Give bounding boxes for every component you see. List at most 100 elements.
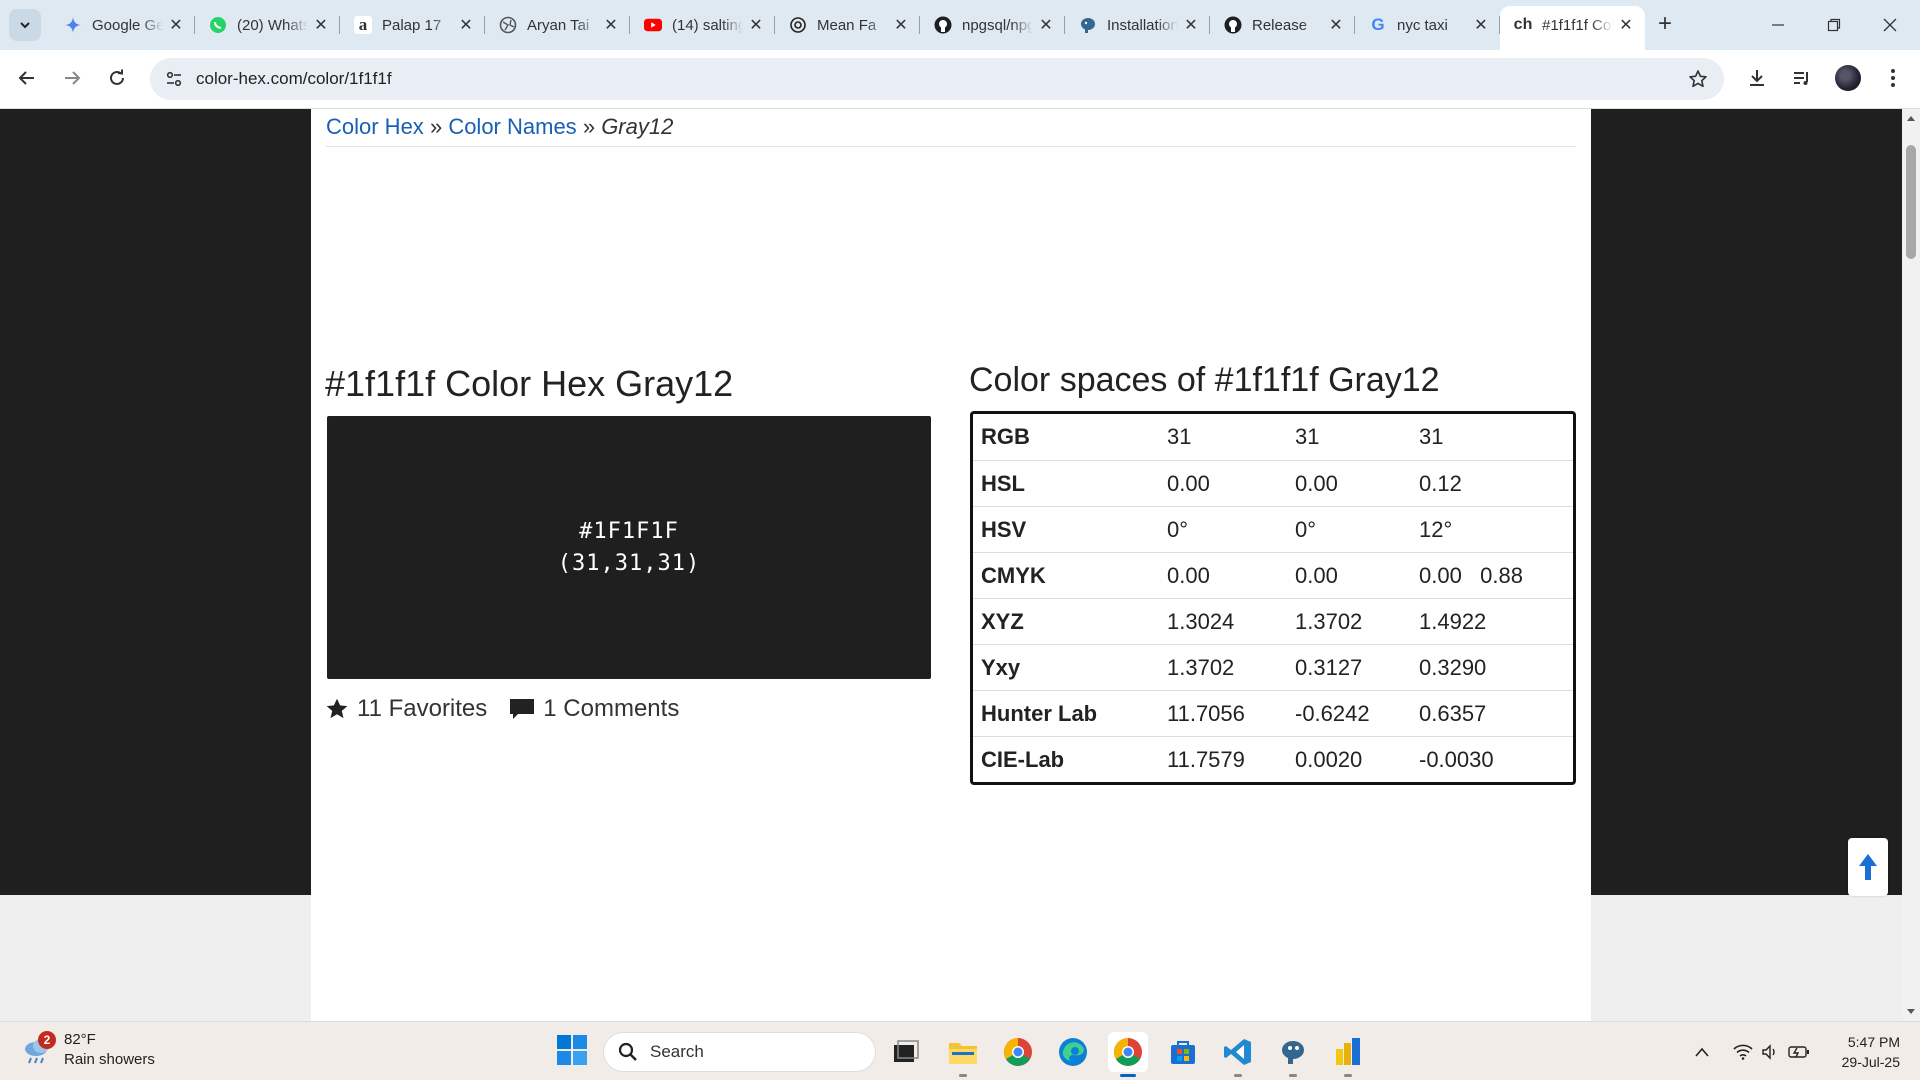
color-space-value: 1.4922 <box>1411 598 1573 644</box>
restore-button[interactable] <box>1806 0 1862 50</box>
divider <box>326 146 1576 147</box>
close-window-button[interactable] <box>1862 0 1918 50</box>
address-bar[interactable]: color-hex.com/color/1f1f1f <box>150 58 1724 100</box>
close-icon[interactable]: ✕ <box>1037 16 1055 34</box>
color-space-value: 0.3290 <box>1411 644 1573 690</box>
tab-color-hex[interactable]: ch #1f1f1f Color ✕ <box>1500 6 1645 50</box>
tab-installation[interactable]: Installation ✕ <box>1065 6 1210 44</box>
breadcrumb-color-names-link[interactable]: Color Names <box>448 114 576 139</box>
volume-icon[interactable] <box>1758 1022 1784 1080</box>
amazon-icon: a <box>354 15 372 34</box>
download-icon <box>1750 70 1764 86</box>
scroll-up-icon[interactable] <box>1902 109 1920 127</box>
color-space-value: 0° <box>1287 506 1411 552</box>
tab-gemini[interactable]: Google Gemini ✕ <box>50 6 195 44</box>
battery-icon[interactable] <box>1786 1022 1812 1080</box>
task-view-button[interactable] <box>886 1032 926 1072</box>
openai-icon <box>789 16 807 34</box>
color-space-label: HSV <box>973 506 1159 552</box>
chrome-active-button[interactable] <box>1108 1032 1148 1077</box>
taskbar: 2 82°F Rain showers Search 5:47 PM 29-Ju… <box>0 1021 1920 1080</box>
color-space-value: 0.00 <box>1159 460 1287 506</box>
close-icon[interactable]: ✕ <box>1327 16 1345 34</box>
taskbar-search[interactable]: Search <box>603 1032 876 1072</box>
tab-github-npgsql[interactable]: npgsql/npgsql ✕ <box>920 6 1065 44</box>
powerbi-icon <box>1336 1038 1360 1065</box>
tab-strip: Google Gemini ✕ (20) WhatsApp ✕ a Palap … <box>0 0 1920 50</box>
show-hidden-icons-button[interactable] <box>1688 1022 1716 1080</box>
favorites-count[interactable]: 11 Favorites <box>357 695 487 723</box>
profile-avatar[interactable] <box>1835 65 1861 91</box>
more-vertical-icon <box>1891 69 1895 87</box>
tab-search-button[interactable] <box>9 9 41 41</box>
scrollbar-thumb[interactable] <box>1906 145 1916 259</box>
media-control-button[interactable] <box>1786 62 1818 94</box>
store-button[interactable] <box>1163 1032 1203 1072</box>
color-stats: 11 Favorites 1 Comments <box>325 695 679 723</box>
close-icon[interactable]: ✕ <box>892 16 910 34</box>
tab-title: Aryan Tai <box>527 16 590 34</box>
close-icon[interactable]: ✕ <box>167 16 185 34</box>
chrome-button[interactable] <box>998 1032 1038 1072</box>
close-icon[interactable]: ✕ <box>1472 16 1490 34</box>
vscode-button[interactable] <box>1218 1032 1258 1077</box>
powerbi-button[interactable] <box>1328 1032 1368 1077</box>
tab-title: Google Gemini <box>92 16 163 34</box>
taskbar-clock[interactable]: 5:47 PM 29-Jul-25 <box>1842 1032 1900 1072</box>
scroll-down-icon[interactable] <box>1902 1003 1920 1021</box>
close-icon[interactable]: ✕ <box>602 16 620 34</box>
breadcrumb-home-link[interactable]: Color Hex <box>326 114 424 139</box>
color-space-row: HSL 0.00 0.00 0.12 <box>973 460 1573 506</box>
url-text[interactable]: color-hex.com/color/1f1f1f <box>196 69 392 89</box>
reload-button[interactable] <box>101 62 133 94</box>
close-icon[interactable]: ✕ <box>312 16 330 34</box>
tab-aryan[interactable]: Aryan Tai ✕ <box>485 6 630 44</box>
bookmark-star-icon[interactable] <box>1686 67 1710 91</box>
close-icon[interactable]: ✕ <box>747 16 765 34</box>
close-icon[interactable]: ✕ <box>1182 16 1200 34</box>
star-icon[interactable] <box>325 697 349 721</box>
wifi-icon[interactable] <box>1730 1022 1756 1080</box>
color-space-value: 0° <box>1159 506 1287 552</box>
tab-list: Google Gemini ✕ (20) WhatsApp ✕ a Palap … <box>50 6 1645 50</box>
file-explorer-button[interactable] <box>943 1032 983 1077</box>
color-space-value: 0.12 <box>1411 460 1573 506</box>
color-space-value: 0.00 0.88 <box>1411 552 1573 598</box>
close-icon[interactable]: ✕ <box>457 16 475 34</box>
tab-youtube[interactable]: (14) salting ✕ <box>630 6 775 44</box>
downloads-button[interactable] <box>1741 62 1773 94</box>
pgadmin-button[interactable] <box>1273 1032 1313 1077</box>
page-scrollbar[interactable] <box>1902 109 1920 1021</box>
tab-amazon[interactable]: a Palap 17 ✕ <box>340 6 485 44</box>
tab-github-release[interactable]: Release ✕ <box>1210 6 1355 44</box>
start-button[interactable] <box>555 1033 589 1067</box>
color-space-row: Yxy 1.3702 0.3127 0.3290 <box>973 644 1573 690</box>
youtube-icon <box>644 16 662 34</box>
edge-button[interactable] <box>1053 1032 1093 1072</box>
reload-icon <box>110 69 124 85</box>
back-to-top-button[interactable] <box>1848 838 1888 896</box>
tab-title: Mean Fa <box>817 16 877 34</box>
color-space-row: CIE-Lab 11.7579 0.0020 -0.0030 <box>973 736 1573 782</box>
comment-icon[interactable] <box>509 697 535 721</box>
weather-widget[interactable]: 2 82°F Rain showers <box>22 1030 155 1070</box>
taskbar-search-placeholder: Search <box>650 1042 704 1061</box>
forward-button[interactable] <box>56 62 88 94</box>
github-icon <box>1224 16 1242 34</box>
color-space-value: -0.0030 <box>1411 736 1573 782</box>
new-tab-button[interactable]: + <box>1650 9 1680 39</box>
browser-menu-button[interactable] <box>1877 62 1909 94</box>
site-settings-icon[interactable] <box>162 67 186 91</box>
tab-chatgpt[interactable]: Mean Fa ✕ <box>775 6 920 44</box>
tab-google-search[interactable]: G nyc taxi ✕ <box>1355 6 1500 44</box>
tab-whatsapp[interactable]: (20) WhatsApp ✕ <box>195 6 340 44</box>
minimize-button[interactable] <box>1750 0 1806 50</box>
chevron-down-icon <box>20 22 30 29</box>
github-icon <box>934 16 952 34</box>
close-icon[interactable]: ✕ <box>1617 16 1635 34</box>
back-button[interactable] <box>11 62 43 94</box>
comments-count[interactable]: 1 Comments <box>543 695 679 723</box>
color-space-value: 0.00 <box>1287 460 1411 506</box>
tab-title: Installation <box>1107 16 1178 34</box>
browser-toolbar: color-hex.com/color/1f1f1f <box>0 50 1920 109</box>
